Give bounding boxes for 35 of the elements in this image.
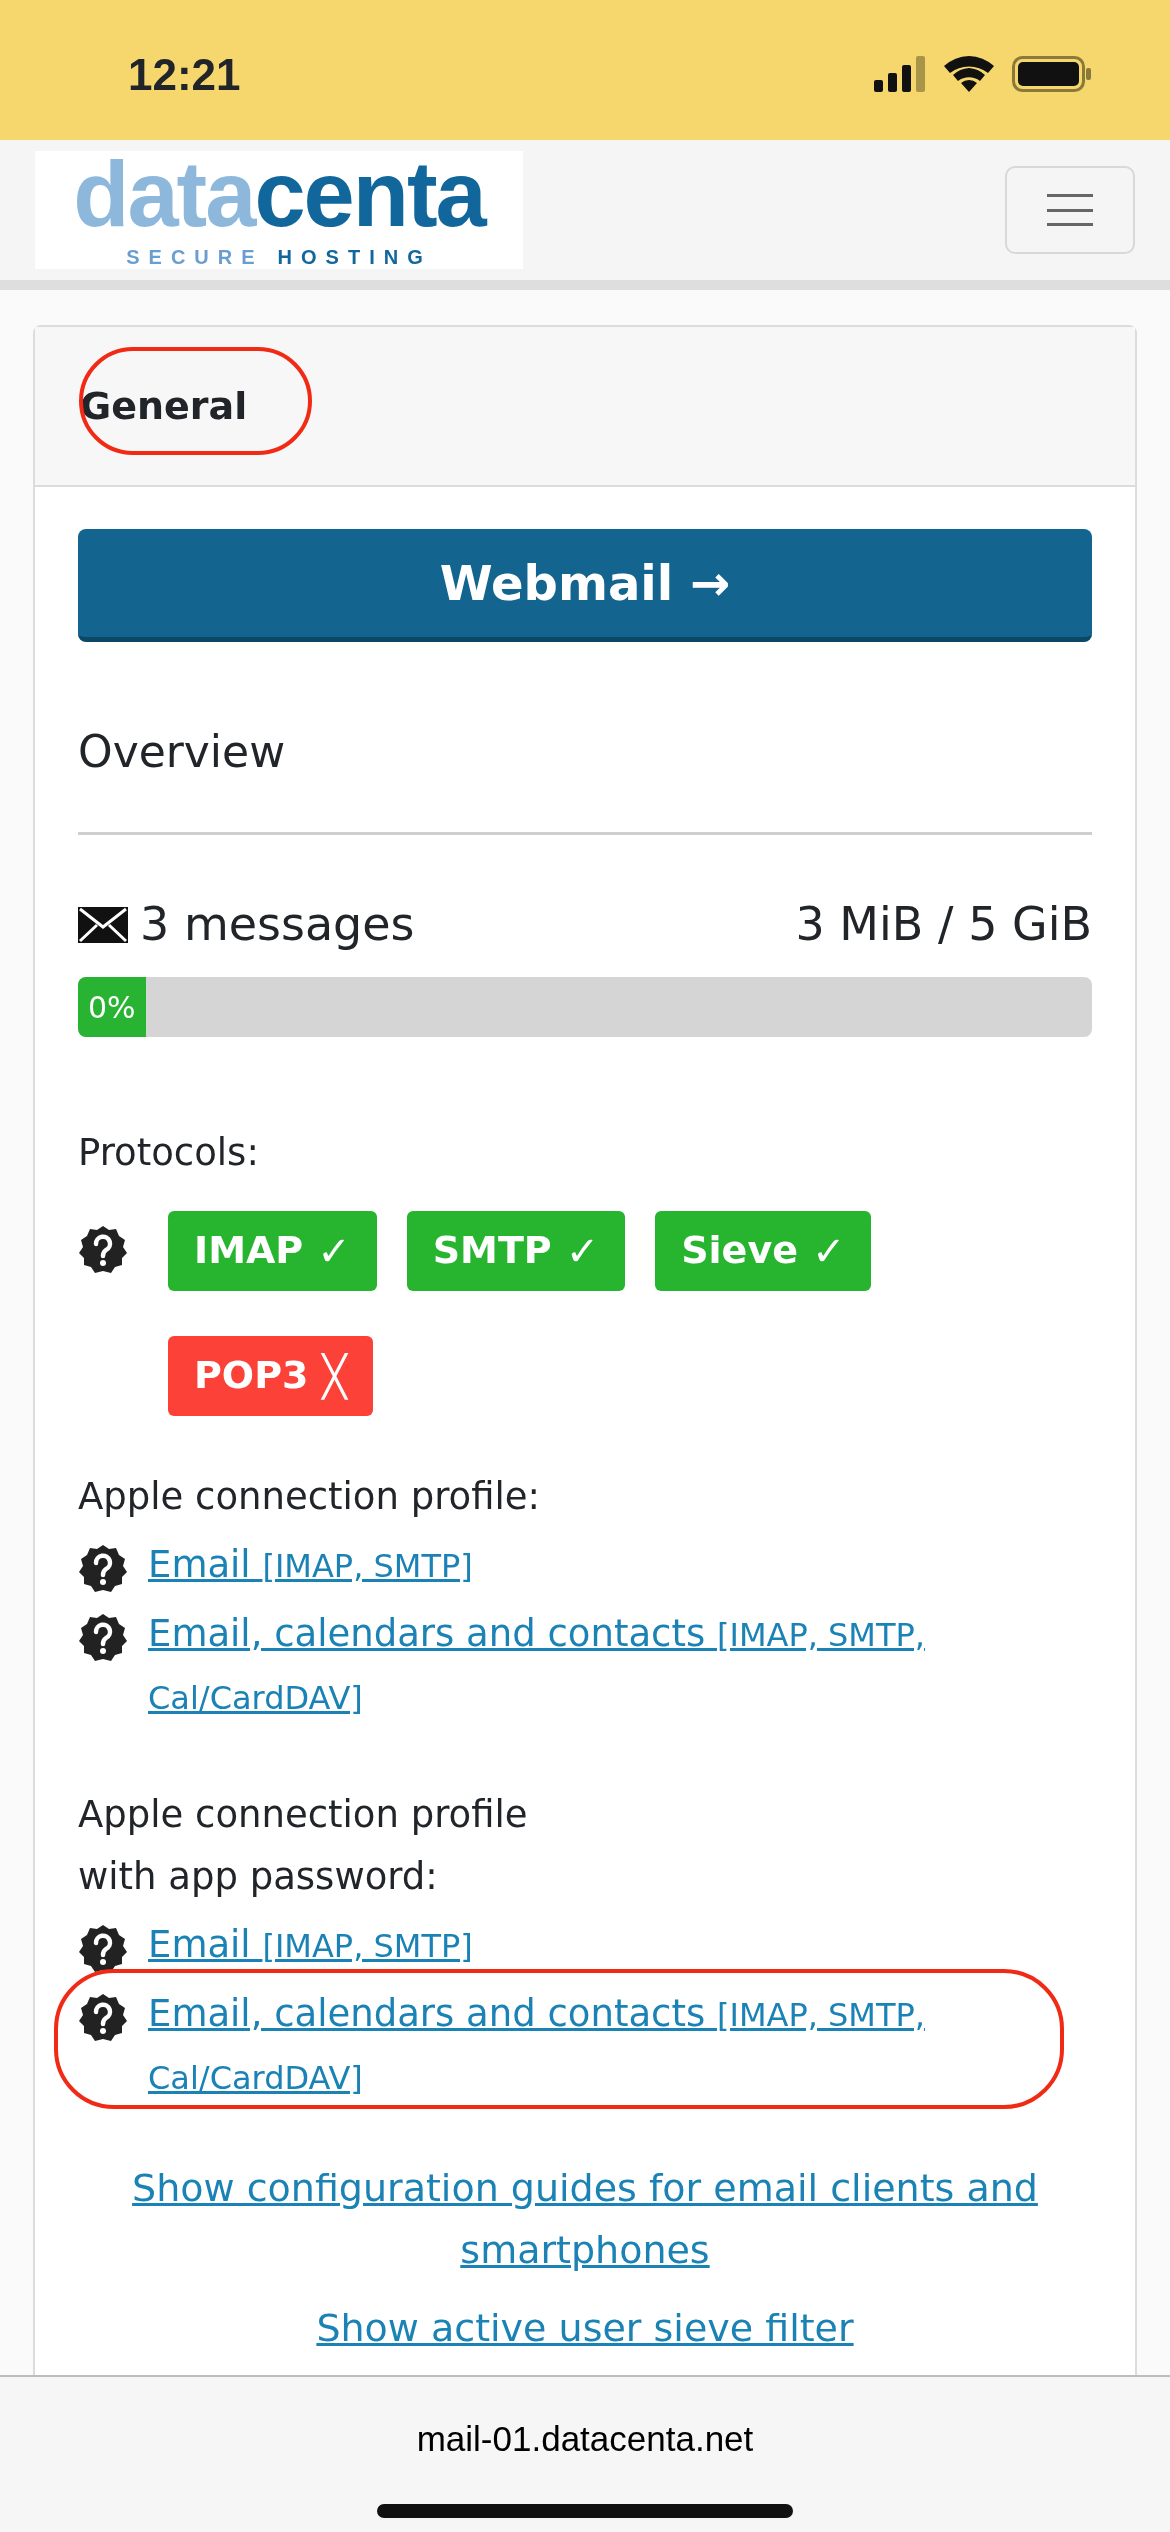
logo-tagline: HOSTING	[277, 245, 432, 270]
webmail-button[interactable]: Webmail →	[78, 529, 1092, 642]
card-title: General	[80, 382, 248, 430]
status-time: 12:21	[128, 49, 241, 101]
section-label: Protocols:	[78, 1130, 260, 1176]
section-title: Overview	[78, 725, 287, 779]
wifi-icon	[944, 56, 994, 92]
protocol-badge: IMAP ✓	[168, 1210, 377, 1291]
menu-button[interactable]	[1005, 166, 1135, 254]
url-text[interactable]: mail-01.datacenta.net	[416, 2413, 754, 2466]
help-icon	[78, 1923, 128, 1974]
profile-link[interactable]: Email, calendars and contacts [IMAP, SMTP, Cal/CardDAV]	[148, 1982, 1028, 2109]
protocol-badge: POP3 ╳	[168, 1335, 373, 1416]
envelope-icon	[78, 906, 128, 943]
section-label: Apple connection profile:	[78, 1473, 542, 1520]
signal-icon	[874, 56, 926, 92]
profile-link[interactable]: Email, calendars and contacts [IMAP, SMTP, Cal/CardDAV]	[148, 1602, 1028, 1729]
message-count: 3 messages	[140, 896, 415, 953]
section-label: Apple connection profile with app password:	[78, 1791, 529, 1900]
logo-tagline: SECURE	[126, 245, 264, 270]
help-icon	[78, 1543, 128, 1594]
help-icon	[78, 1992, 128, 2043]
protocol-badge: Sieve ✓	[655, 1210, 872, 1291]
logo-text: data	[73, 148, 255, 240]
protocol-badge: SMTP ✓	[406, 1210, 626, 1291]
storage-quota: 3 MiB / 5 GiB	[795, 896, 1092, 953]
progress-fill: 0%	[78, 977, 146, 1037]
footer-link[interactable]: Show active user sieve filter	[105, 2296, 1065, 2359]
footer-link[interactable]: Show configuration guides for email clients and smartphones	[105, 2156, 1065, 2281]
menu-icon	[1047, 192, 1093, 228]
battery-icon	[1012, 56, 1092, 92]
help-icon	[78, 1224, 128, 1275]
profile-link[interactable]: Email [IMAP, SMTP]	[148, 1533, 1028, 1597]
help-icon	[78, 1612, 128, 1663]
profile-link[interactable]: Email [IMAP, SMTP]	[148, 1913, 1028, 1977]
